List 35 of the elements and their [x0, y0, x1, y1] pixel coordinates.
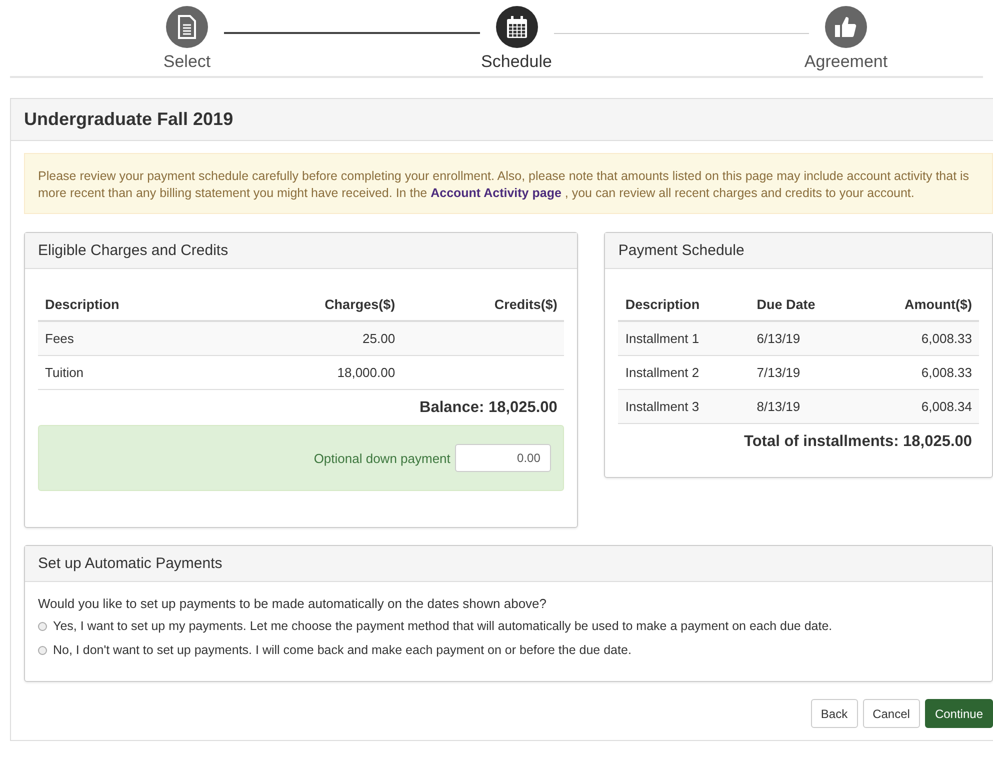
table-cell: 6,008.33 — [858, 321, 979, 356]
radio-button[interactable] — [38, 646, 47, 654]
down-payment-field[interactable]: 0.00 — [455, 444, 552, 472]
action-button[interactable]: Cancel — [862, 699, 920, 728]
table-cell: Fees — [38, 321, 224, 356]
action-button[interactable]: Back — [810, 699, 858, 728]
thumbs-up-icon — [834, 15, 858, 39]
card-title: Set up Automatic Payments — [25, 546, 992, 582]
table-cell: Installment 1 — [618, 321, 750, 356]
table-cell: 8/13/19 — [750, 390, 858, 424]
balance-text: Balance: 18,025.00 — [418, 398, 558, 417]
table-cell: 6,008.34 — [858, 390, 979, 424]
table-cell: 6/13/19 — [750, 321, 858, 356]
table-cell: Tuition — [38, 356, 224, 390]
calendar-icon — [504, 15, 528, 39]
total-text: Total of installments: 18,025.00 — [743, 432, 973, 451]
option-label[interactable]: Yes, I want to set up my payments. Let me choose the payment method that will automatically be used to make a payment on each due date. — [53, 619, 832, 633]
step-circle[interactable] — [496, 6, 538, 48]
continue-button[interactable]: Continue — [924, 699, 993, 728]
table-cell: 25.00 — [224, 321, 402, 356]
down-payment-label: Optional down payment — [314, 450, 450, 466]
card-title: Eligible Charges and Credits — [25, 233, 578, 269]
question-text: Would you like to set up payments to be made automatically on the dates shown above? — [38, 596, 548, 611]
table-cell: Installment 3 — [618, 390, 750, 424]
panel-title: Undergraduate Fall 2019 — [11, 99, 993, 141]
radio-button[interactable] — [38, 622, 47, 630]
step-label: Agreement — [804, 52, 888, 72]
account-activity-link[interactable]: Account Activity page — [430, 186, 562, 200]
document-icon — [177, 15, 197, 39]
notice-text: Please review your payment schedule carefully before completing your enrollment. Also, please note that amounts listed on this page may include account activity that is more recent than any billing statement you might have received. In the Account Activity page , you can review all recent charges and credits to your account. — [24, 153, 993, 214]
step-label: Select — [163, 52, 211, 72]
option-label[interactable]: No, I don't want to set up payments. I will come back and make each payment on or before the due date. — [53, 643, 632, 657]
card-title: Payment Schedule — [605, 233, 992, 269]
table-cell: 18,000.00 — [224, 356, 402, 390]
step-label: Schedule — [481, 52, 552, 72]
